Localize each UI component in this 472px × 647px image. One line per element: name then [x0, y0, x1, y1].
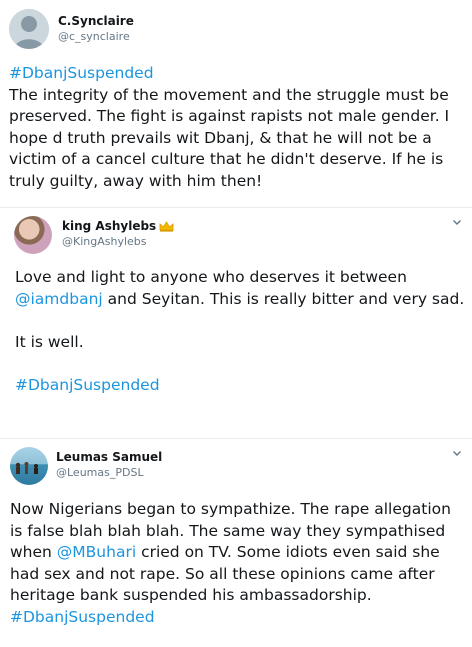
- beach-photo-icon: [15, 462, 38, 474]
- tweet-card: C.Synclaire @c_synclaire #DbanjSuspended…: [0, 0, 472, 207]
- tweet-paragraph: #DbanjSuspended: [15, 375, 465, 397]
- mention-link[interactable]: @MBuhari: [57, 543, 136, 561]
- user-name[interactable]: king Ashylebs: [62, 219, 174, 235]
- tweet-text-content: Love and light to anyone who deserves it…: [15, 268, 407, 286]
- user-handle[interactable]: @KingAshylebs: [62, 235, 147, 248]
- user-handle[interactable]: @c_synclaire: [58, 30, 130, 43]
- avatar[interactable]: [9, 9, 49, 49]
- tweet-text: #DbanjSuspended The integrity of the mov…: [9, 63, 469, 192]
- tweet-text-content: The integrity of the movement and the st…: [9, 85, 450, 190]
- user-handle[interactable]: @Leumas_PDSL: [56, 466, 144, 479]
- avatar[interactable]: [14, 216, 52, 254]
- tweet-card: Leumas Samuel @Leumas_PDSL Now Nigerians…: [0, 438, 472, 647]
- crown-icon: [159, 221, 174, 235]
- tweet-paragraph: It is well.: [15, 332, 84, 351]
- tweet-text-content: and Seyitan. This is really bitter and v…: [102, 289, 465, 308]
- tweet-paragraph: Love and light to anyone who deserves it…: [15, 267, 465, 310]
- tweet-card: king Ashylebs @KingAshylebs Love and lig…: [0, 207, 472, 438]
- avatar[interactable]: [10, 447, 48, 485]
- hashtag-link[interactable]: #DbanjSuspended: [15, 376, 160, 394]
- user-name-text: king Ashylebs: [62, 219, 157, 233]
- default-avatar-icon: [9, 9, 49, 49]
- chevron-down-icon[interactable]: [452, 448, 462, 458]
- mention-link[interactable]: @iamdbanj: [15, 290, 103, 308]
- chevron-down-icon[interactable]: [452, 217, 462, 227]
- user-name[interactable]: Leumas Samuel: [56, 450, 162, 464]
- user-name[interactable]: C.Synclaire: [58, 14, 134, 28]
- tweet-text: Now Nigerians began to sympathize. The r…: [10, 499, 468, 628]
- tweet-text: Love and light to anyone who deserves it…: [15, 267, 465, 396]
- hashtag-link[interactable]: #DbanjSuspended: [10, 608, 155, 626]
- hashtag-link[interactable]: #DbanjSuspended: [9, 64, 154, 82]
